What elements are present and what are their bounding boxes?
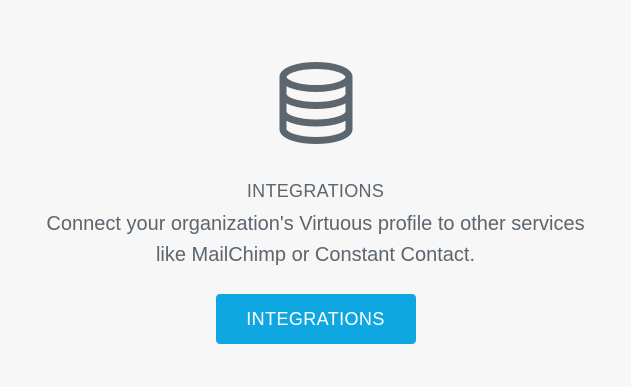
description-line-2: like MailChimp or Constant Contact.	[155, 244, 475, 266]
integrations-title: INTEGRATIONS	[246, 181, 385, 201]
description-line-1: Connect your organization's Virtuous pro…	[46, 213, 585, 235]
database-icon	[276, 62, 356, 144]
integrations-panel: INTEGRATIONS Connect your organization's…	[0, 0, 631, 387]
integrations-description: Connect your organization's Virtuous pro…	[26, 209, 606, 271]
integrations-button[interactable]: INTEGRATIONS	[215, 294, 416, 344]
